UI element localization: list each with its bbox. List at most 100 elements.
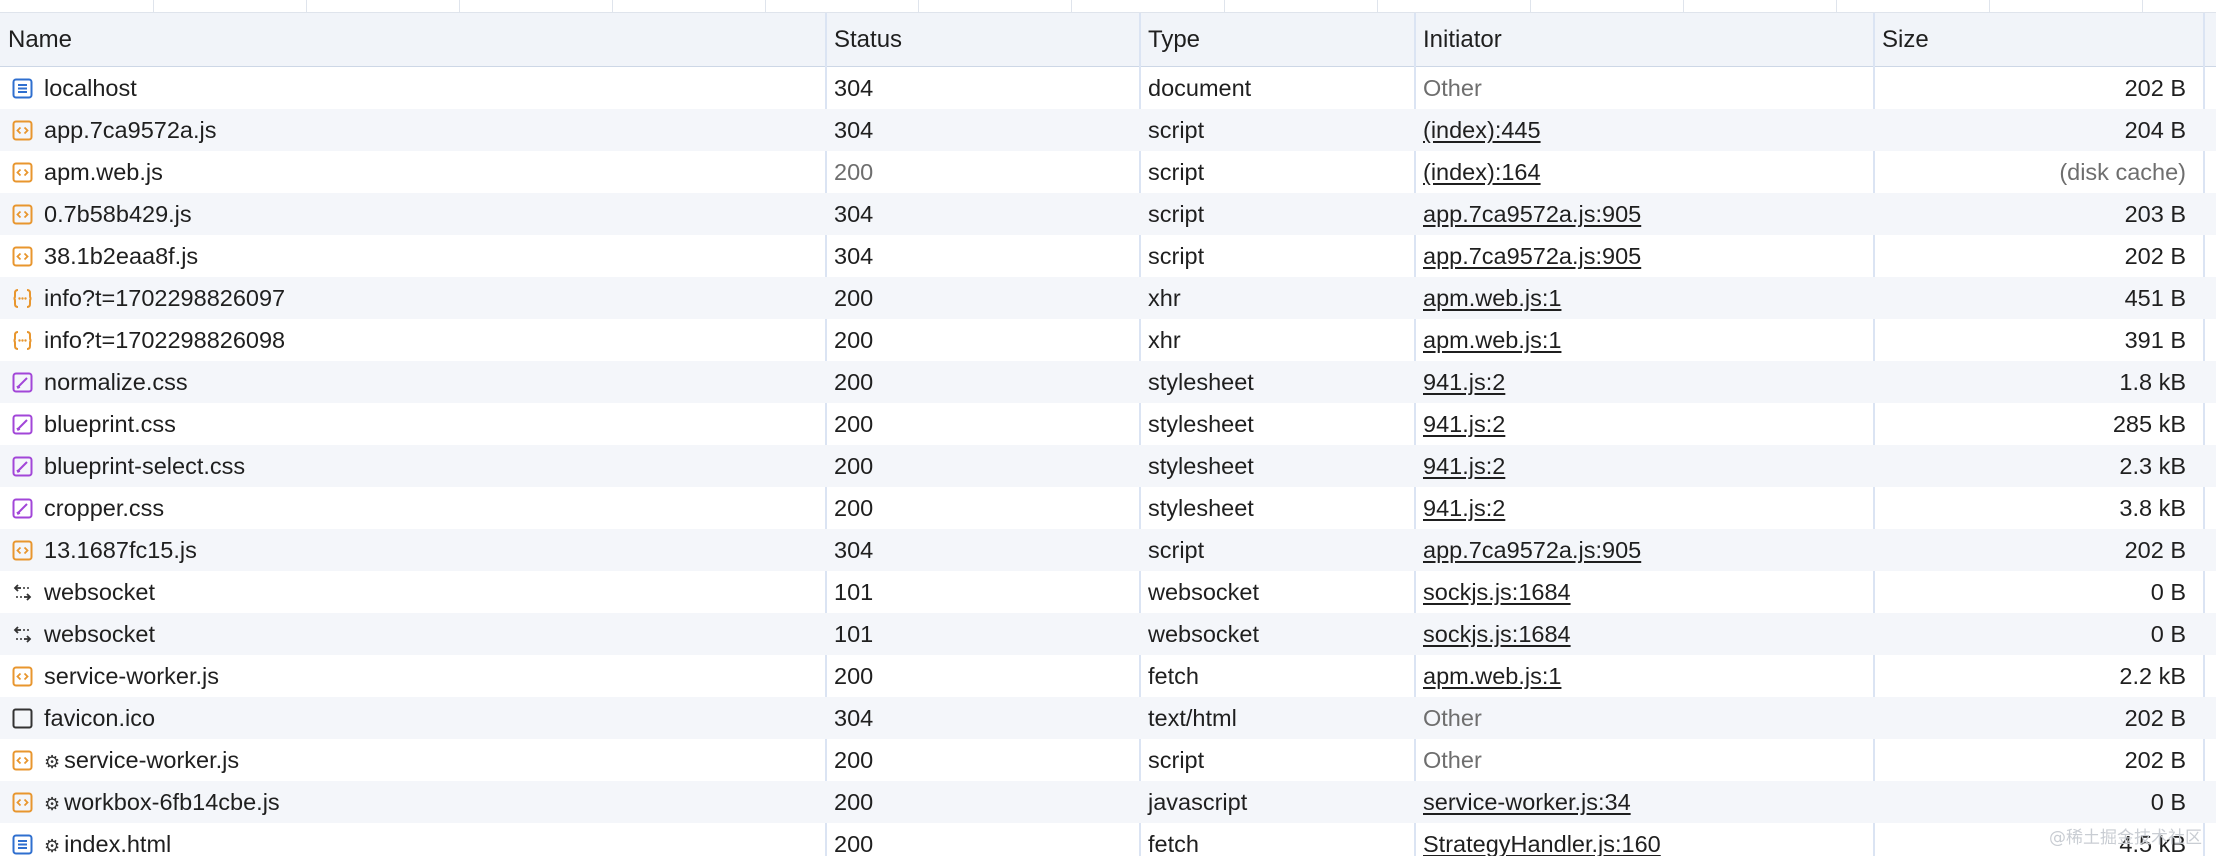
initiator-link[interactable]: apm.web.js:1 <box>1423 285 1561 311</box>
cell-status: 304 <box>834 117 874 143</box>
table-row[interactable]: normalize.css 200 stylesheet 941.js:2 1.8 kB <box>0 361 2216 403</box>
cell-name[interactable]: cropper.css <box>0 487 826 529</box>
overview-grid-tick <box>459 0 460 12</box>
cell-initiator: apm.web.js:1 <box>1415 277 1874 319</box>
initiator-link[interactable]: app.7ca9572a.js:905 <box>1423 243 1641 269</box>
cell-status: 200 <box>834 495 874 521</box>
document-icon <box>12 834 33 855</box>
request-name: cropper.css <box>44 495 165 521</box>
cell-name[interactable]: service-worker.js <box>0 655 826 697</box>
overview-grid-tick <box>1224 0 1225 12</box>
table-row[interactable]: apm.web.js 200 script (index):164 (disk cach… <box>0 151 2216 193</box>
cell-size: 203 B <box>2124 201 2186 227</box>
cell-name[interactable]: favicon.ico <box>0 697 826 739</box>
cell-name[interactable]: info?t=1702298826097 <box>0 277 826 319</box>
cell-size: 202 B <box>2124 243 2186 269</box>
table-row[interactable]: service-worker.js 200 fetch apm.web.js:1 2.2… <box>0 655 2216 697</box>
cell-name[interactable]: app.7ca9572a.js <box>0 109 826 151</box>
initiator-link[interactable]: apm.web.js:1 <box>1423 663 1561 689</box>
initiator-link[interactable]: sockjs.js:1684 <box>1423 579 1571 605</box>
service-worker-gear-icon: ⚙ <box>44 836 61 856</box>
table-row[interactable]: websocket 101 websocket sockjs.js:1684 0 B <box>0 613 2216 655</box>
cell-initiator: Other <box>1415 697 1874 739</box>
overview-grid-tick <box>1530 0 1531 12</box>
cell-name[interactable]: apm.web.js <box>0 151 826 193</box>
xhr-icon <box>12 288 33 309</box>
initiator-link[interactable]: 941.js:2 <box>1423 453 1505 479</box>
cell-type: script <box>1148 243 1205 269</box>
initiator-link[interactable]: 941.js:2 <box>1423 495 1505 521</box>
table-row[interactable]: ⚙ index.html 200 fetch StrategyHandler.js:16… <box>0 823 2216 856</box>
cell-size: 202 B <box>2124 705 2186 731</box>
overview-grid-tick <box>1683 0 1684 12</box>
column-header-status[interactable]: Status <box>826 13 1140 66</box>
table-row[interactable]: blueprint.css 200 stylesheet 941.js:2 285 kB <box>0 403 2216 445</box>
cell-name[interactable]: 38.1b2eaa8f.js <box>0 235 826 277</box>
initiator-link[interactable]: 941.js:2 <box>1423 369 1505 395</box>
cell-name[interactable]: websocket <box>0 613 826 655</box>
cell-name[interactable]: ⚙ workbox-6fb14cbe.js <box>0 781 826 823</box>
table-row[interactable]: localhost 304 document Other 202 B <box>0 67 2216 109</box>
cell-name[interactable]: blueprint-select.css <box>0 445 826 487</box>
service-worker-gear-icon: ⚙ <box>44 794 61 814</box>
initiator-link[interactable]: apm.web.js:1 <box>1423 327 1561 353</box>
cell-name[interactable]: ⚙ service-worker.js <box>0 739 826 781</box>
cell-initiator: app.7ca9572a.js:905 <box>1415 235 1874 277</box>
table-row[interactable]: 38.1b2eaa8f.js 304 script app.7ca9572a.js:9… <box>0 235 2216 277</box>
initiator-link[interactable]: StrategyHandler.js:160 <box>1423 831 1661 856</box>
cell-size: 0 B <box>2150 789 2186 815</box>
network-panel: Name Status Type Initiator Size localhos… <box>0 0 2216 856</box>
table-row[interactable]: blueprint-select.css 200 stylesheet 941.js:… <box>0 445 2216 487</box>
table-row[interactable]: app.7ca9572a.js 304 script (index):445 204 B <box>0 109 2216 151</box>
overview-grid-tick <box>1377 0 1378 12</box>
cell-status: 200 <box>834 369 874 395</box>
cell-initiator: (index):164 <box>1415 151 1874 193</box>
cell-status: 101 <box>834 621 874 647</box>
cell-type: script <box>1148 747 1205 773</box>
initiator-link[interactable]: (index):445 <box>1423 117 1541 143</box>
request-name: blueprint.css <box>44 411 176 437</box>
cell-status: 101 <box>834 579 874 605</box>
table-row[interactable]: websocket 101 websocket sockjs.js:1684 0 B <box>0 571 2216 613</box>
column-header-size[interactable]: Size <box>1874 13 2204 66</box>
cell-name[interactable]: normalize.css <box>0 361 826 403</box>
table-row[interactable]: favicon.ico 304 text/html Other 202 B <box>0 697 2216 739</box>
table-row[interactable]: ⚙ service-worker.js 200 script Other 202 B <box>0 739 2216 781</box>
table-row[interactable]: info?t=1702298826097 200 xhr apm.web.js:1 45… <box>0 277 2216 319</box>
cell-name[interactable]: 13.1687fc15.js <box>0 529 826 571</box>
cell-name[interactable]: 0.7b58b429.js <box>0 193 826 235</box>
cell-name[interactable]: blueprint.css <box>0 403 826 445</box>
column-header-initiator[interactable]: Initiator <box>1415 13 1874 66</box>
initiator-link[interactable]: app.7ca9572a.js:905 <box>1423 201 1641 227</box>
initiator-text: Other <box>1423 75 1482 101</box>
overview-grid-tick <box>1989 0 1990 12</box>
table-row[interactable]: 13.1687fc15.js 304 script app.7ca9572a.js:9… <box>0 529 2216 571</box>
column-header-type[interactable]: Type <box>1140 13 1415 66</box>
overview-grid-tick <box>765 0 766 12</box>
overview-grid-tick <box>612 0 613 12</box>
cell-type: script <box>1148 201 1205 227</box>
table-row[interactable]: cropper.css 200 stylesheet 941.js:2 3.8 kB <box>0 487 2216 529</box>
table-row[interactable]: ⚙ workbox-6fb14cbe.js 200 javascript service… <box>0 781 2216 823</box>
cell-name[interactable]: ⚙ index.html <box>0 823 826 856</box>
overview-timeline[interactable] <box>0 0 2216 13</box>
table-row[interactable]: 0.7b58b429.js 304 script app.7ca9572a.js:90… <box>0 193 2216 235</box>
cell-initiator: 941.js:2 <box>1415 403 1874 445</box>
cell-name[interactable]: localhost <box>0 67 826 109</box>
cell-size: (disk cache) <box>2059 159 2186 185</box>
column-header-name[interactable]: Name <box>0 13 826 66</box>
request-name: service-worker.js <box>44 663 219 689</box>
cell-name[interactable]: info?t=1702298826098 <box>0 319 826 361</box>
cell-name[interactable]: websocket <box>0 571 826 613</box>
request-name: 0.7b58b429.js <box>44 201 192 227</box>
initiator-text: Other <box>1423 705 1482 731</box>
table-row[interactable]: info?t=1702298826098 200 xhr apm.web.js:1 39… <box>0 319 2216 361</box>
initiator-link[interactable]: (index):164 <box>1423 159 1541 185</box>
initiator-text: Other <box>1423 747 1482 773</box>
initiator-link[interactable]: sockjs.js:1684 <box>1423 621 1571 647</box>
cell-initiator: 941.js:2 <box>1415 361 1874 403</box>
initiator-link[interactable]: app.7ca9572a.js:905 <box>1423 537 1641 563</box>
initiator-link[interactable]: service-worker.js:34 <box>1423 789 1631 815</box>
cell-size: 2.2 kB <box>2119 663 2186 689</box>
initiator-link[interactable]: 941.js:2 <box>1423 411 1505 437</box>
